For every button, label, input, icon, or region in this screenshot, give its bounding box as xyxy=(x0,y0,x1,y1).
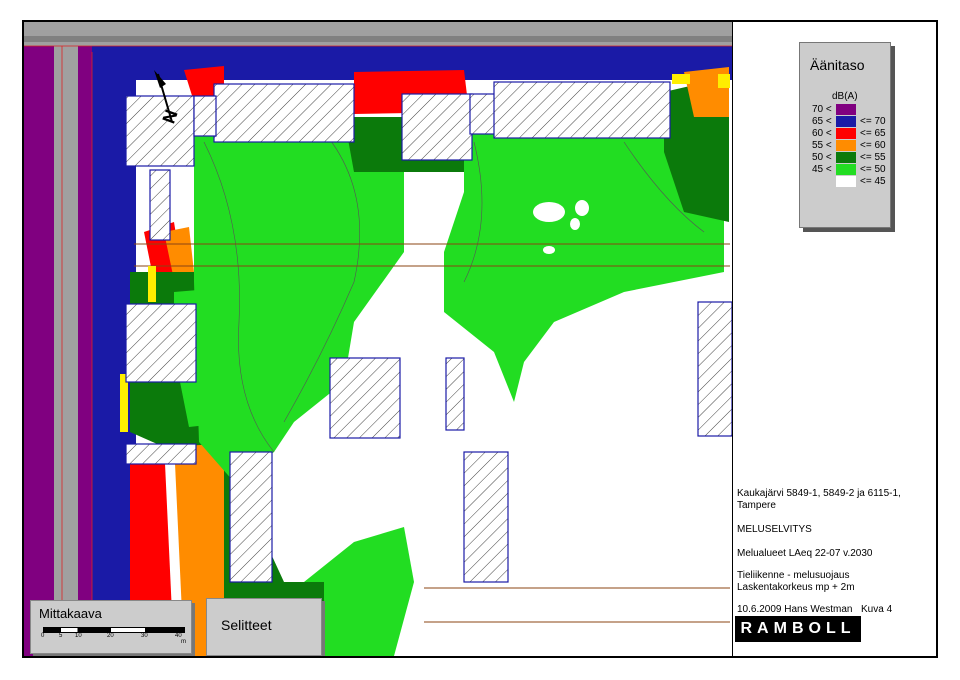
map-frame: N Mittakaava 0 5 10 20 30 40 m Selitteet… xyxy=(22,20,938,658)
building xyxy=(229,451,273,583)
noise-barrier xyxy=(672,74,690,84)
road-left xyxy=(54,46,78,656)
scale-tick: 0 xyxy=(41,633,45,639)
info-panel: Äänitaso dB(A) 70 <65 < <= 70 60 < <= 65 55 … xyxy=(732,22,936,656)
building xyxy=(125,95,195,167)
legend-low: 50 < xyxy=(812,151,832,163)
noise-barrier xyxy=(148,266,156,302)
building xyxy=(213,83,355,143)
building xyxy=(125,443,197,465)
legend-low: 60 < xyxy=(812,127,832,139)
scale-tick: 10 xyxy=(75,633,82,639)
legend-unit: dB(A) xyxy=(832,91,858,102)
legend-title: Äänitaso xyxy=(810,57,865,73)
legend-high: <= 60 xyxy=(860,139,886,151)
legend-row: 65 < <= 70 xyxy=(812,115,886,127)
building xyxy=(149,169,171,241)
legend-row: 55 < <= 60 xyxy=(812,139,886,151)
legend-low: 70 < xyxy=(812,103,832,115)
scale-tick: 5 xyxy=(59,633,63,639)
ramboll-logo: RAMBOLL xyxy=(735,616,861,642)
info-city: Tampere xyxy=(737,500,776,511)
road-top xyxy=(24,22,734,46)
noise-map: N xyxy=(24,22,734,656)
building xyxy=(493,81,671,139)
legend-low: 55 < xyxy=(812,139,832,151)
legend-high: <= 45 xyxy=(860,175,886,187)
legend-swatch xyxy=(836,103,856,115)
building xyxy=(401,93,473,161)
info-title: Melualueet LAeq 22-07 v.2030 xyxy=(737,548,873,559)
legend-row: 70 < xyxy=(812,103,860,115)
scale-tick: 30 xyxy=(141,633,148,639)
building xyxy=(329,357,401,439)
legend-row: 50 < <= 55 xyxy=(812,151,886,163)
building xyxy=(445,357,465,431)
info-scenario1: Tieliikenne - melusuojaus xyxy=(737,570,850,581)
building xyxy=(469,93,497,135)
legend-high: <= 50 xyxy=(860,163,886,175)
legend-row: 45 < <= 50 xyxy=(812,163,886,175)
noise-barrier xyxy=(718,74,730,88)
scale-bar xyxy=(43,627,185,633)
building xyxy=(697,301,733,437)
legend-low: 45 < xyxy=(812,163,832,175)
legend-swatch xyxy=(836,127,856,139)
info-date-author: 10.6.2009 Hans Westman xyxy=(737,604,853,615)
scale-label: Mittakaava xyxy=(39,606,102,621)
noise-barrier xyxy=(120,374,128,432)
info-location: Kaukajärvi 5849-1, 5849-2 ja 6115-1, xyxy=(737,488,901,499)
info-scenario2: Laskentakorkeus mp + 2m xyxy=(737,582,855,593)
info-report: MELUSELVITYS xyxy=(737,524,812,535)
building xyxy=(193,95,217,137)
scale-unit: m xyxy=(181,639,186,645)
scale-tick: 20 xyxy=(107,633,114,639)
selitteet-label: Selitteet xyxy=(221,617,272,633)
legend-swatch xyxy=(836,175,856,187)
legend-swatch xyxy=(836,139,856,151)
building xyxy=(463,451,509,583)
road-strip-top2 xyxy=(24,36,734,42)
legend-swatch xyxy=(836,151,856,163)
selitteet-button[interactable]: Selitteet xyxy=(206,598,322,656)
legend-low: 65 < xyxy=(812,115,832,127)
legend-row: <= 45 xyxy=(812,175,886,187)
legend-high: <= 70 xyxy=(860,115,886,127)
legend-row: 60 < <= 65 xyxy=(812,127,886,139)
legend-high: <= 55 xyxy=(860,151,886,163)
legend-swatch xyxy=(836,163,856,175)
legend-high: <= 65 xyxy=(860,127,886,139)
scale-box: Mittakaava 0 5 10 20 30 40 m xyxy=(30,600,192,654)
legend-swatch xyxy=(836,115,856,127)
legend: Äänitaso dB(A) 70 <65 < <= 70 60 < <= 65 55 … xyxy=(799,42,891,228)
building xyxy=(125,303,197,383)
info-figure: Kuva 4 xyxy=(861,604,893,615)
